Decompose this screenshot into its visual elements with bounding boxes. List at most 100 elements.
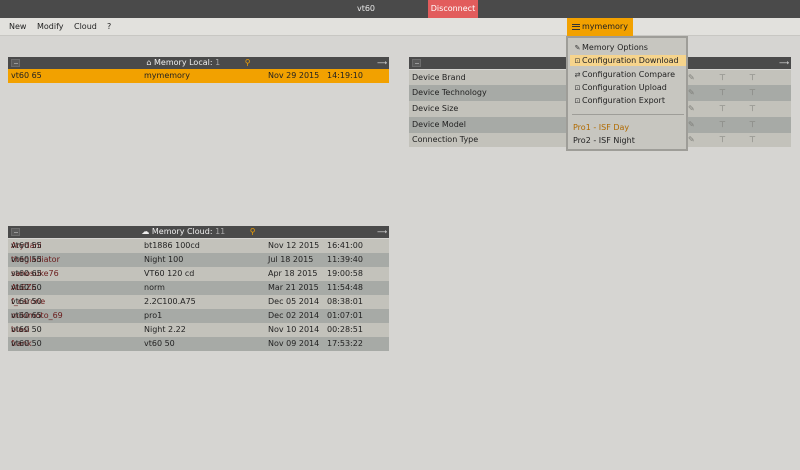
menu-item-preset[interactable]: Pro1 - ISF Day (570, 122, 686, 133)
memory-menu-button[interactable]: mymemory (567, 18, 633, 36)
memory-local-panel: ⌂ Memory Local: 1 ⚲ ⟶ vt60 65 mymemory N… (8, 57, 389, 84)
row-name: pro1 (144, 311, 163, 320)
row-device: vt60 50 (11, 283, 42, 292)
row-device: vt60 50 (11, 339, 42, 348)
menu-item-label: Configuration Download (582, 56, 679, 65)
row-time: 19:00:58 (327, 269, 363, 278)
menu-help[interactable]: ? (107, 18, 111, 36)
pencil-icon: ✎ (574, 44, 581, 52)
row-device: vt60 65 (11, 311, 42, 320)
row-name: bt1886 100cd (144, 241, 200, 250)
table-row[interactable]: vt60 50 biasi Night 2.22 Nov 10 2014 00:… (8, 323, 389, 337)
export-icon: ⊡ (574, 97, 581, 105)
upload-icon[interactable]: ⊤ (749, 85, 756, 101)
row-name: Night 2.22 (144, 325, 186, 334)
row-name: mymemory (144, 71, 190, 80)
row-device: vt60 50 (11, 297, 42, 306)
menu-item-configuration-download[interactable]: ⊡ Configuration Download (570, 55, 686, 66)
menu-item-label: Configuration Compare (582, 70, 676, 79)
menu-item-configuration-upload[interactable]: ⊡ Configuration Upload (570, 82, 686, 93)
table-row[interactable]: vt60 65 mymemory Nov 29 2015 14:19:10 (8, 69, 389, 83)
search-icon[interactable]: ⚲ (250, 227, 256, 236)
compare-icon: ⇄ (574, 71, 581, 79)
upload-icon[interactable]: ⊤ (719, 133, 726, 147)
row-device: vt60 50 (11, 325, 42, 334)
menu-item-configuration-export[interactable]: ⊡ Configuration Export (570, 95, 686, 106)
menu-item-label: Configuration Upload (582, 83, 667, 92)
memory-local-header: ⌂ Memory Local: 1 ⚲ ⟶ (8, 57, 389, 69)
edit-icon[interactable]: ✎ (688, 101, 695, 117)
row-time: 17:53:22 (327, 339, 363, 348)
menu-bar: New Modify Cloud ? (0, 18, 800, 36)
row-device: vt60 65 (11, 71, 42, 80)
row-device: vt60 55 (11, 241, 42, 250)
table-row[interactable]: vt60 55 Arydani bt1886 100cd Nov 12 2015… (8, 239, 389, 253)
title-bar: vt60 Disconnect (0, 0, 800, 18)
upload-icon[interactable]: ⊤ (749, 70, 756, 85)
memory-local-count: 1 (215, 58, 221, 67)
row-name: norm (144, 283, 165, 292)
expand-icon[interactable]: ⟶ (377, 228, 387, 236)
upload-icon[interactable]: ⊤ (719, 85, 726, 101)
row-date: Nov 29 2015 (268, 71, 320, 80)
row-date: Apr 18 2015 (268, 269, 318, 278)
table-row[interactable]: vt60 50 f_carone 2.2C100.A75 Dec 05 2014… (8, 295, 389, 309)
table-row[interactable]: vt60 55 thegladiator Night 100 Jul 18 20… (8, 253, 389, 267)
upload-icon[interactable]: ⊤ (749, 101, 756, 117)
row-date: Jul 18 2015 (268, 255, 314, 264)
row-date: Mar 21 2015 (268, 283, 319, 292)
row-time: 08:38:01 (327, 297, 363, 306)
memory-cloud-count: 11 (215, 227, 226, 236)
row-time: 14:19:10 (327, 71, 363, 80)
expand-icon[interactable]: ⟶ (377, 59, 387, 67)
row-device: vt60 55 (11, 255, 42, 264)
row-name: vt60 50 (144, 339, 175, 348)
table-row[interactable]: vt60 50 ALEZE norm Mar 21 2015 11:54:48 (8, 281, 389, 295)
upload-icon[interactable]: ⊤ (719, 101, 726, 117)
menu-modify[interactable]: Modify (37, 18, 64, 36)
menu-item-preset[interactable]: Pro2 - ISF Night (570, 135, 686, 146)
row-name: 2.2C100.A75 (144, 297, 196, 306)
edit-icon[interactable]: ✎ (688, 133, 695, 147)
table-row[interactable]: vt60 65 mikimoto_69 pro1 Dec 02 2014 01:… (8, 309, 389, 323)
edit-icon[interactable]: ✎ (688, 70, 695, 85)
info-label: Connection Type (412, 135, 479, 144)
edit-icon[interactable]: ✎ (688, 85, 695, 101)
row-name: Night 100 (144, 255, 184, 264)
info-label: Device Size (412, 104, 459, 113)
row-time: 11:39:40 (327, 255, 363, 264)
upload-icon[interactable]: ⊤ (749, 133, 756, 147)
upload-icon[interactable]: ⊤ (749, 117, 756, 133)
edit-icon[interactable]: ✎ (688, 117, 695, 133)
table-row[interactable]: vt60 50 frank vt60 50 Nov 09 2014 17:53:… (8, 337, 389, 351)
expand-icon[interactable]: ⟶ (779, 59, 789, 67)
upload-icon[interactable]: ⊤ (719, 70, 726, 85)
menu-divider (572, 114, 684, 115)
row-device: vt60 65 (11, 269, 42, 278)
menu-cloud[interactable]: Cloud (74, 18, 97, 36)
info-label: Device Brand (412, 73, 466, 82)
hamburger-icon (572, 22, 580, 31)
upload-icon[interactable]: ⊤ (719, 117, 726, 133)
row-time: 11:54:48 (327, 283, 363, 292)
info-label: Device Technology (412, 88, 487, 97)
menu-item-memory-options[interactable]: ✎ Memory Options (570, 42, 686, 53)
table-row[interactable]: vt60 65 sanosuke76 VT60 120 cd Apr 18 20… (8, 267, 389, 281)
row-date: Nov 10 2014 (268, 325, 320, 334)
row-time: 16:41:00 (327, 241, 363, 250)
info-label: Device Model (412, 120, 466, 129)
row-date: Nov 09 2014 (268, 339, 320, 348)
disconnect-button[interactable]: Disconnect (428, 0, 478, 18)
menu-item-label: Memory Options (582, 43, 648, 52)
download-icon: ⊡ (574, 57, 581, 65)
window-title: vt60 (356, 4, 376, 13)
cloud-icon: ☁ (141, 227, 150, 236)
row-date: Dec 05 2014 (268, 297, 320, 306)
menu-new[interactable]: New (9, 18, 26, 36)
search-icon[interactable]: ⚲ (245, 58, 251, 67)
home-icon: ⌂ (146, 58, 152, 67)
menu-item-configuration-compare[interactable]: ⇄ Configuration Compare (570, 69, 686, 80)
menu-item-label: Configuration Export (582, 96, 665, 105)
collapse-icon[interactable] (412, 59, 421, 67)
row-date: Dec 02 2014 (268, 311, 320, 320)
